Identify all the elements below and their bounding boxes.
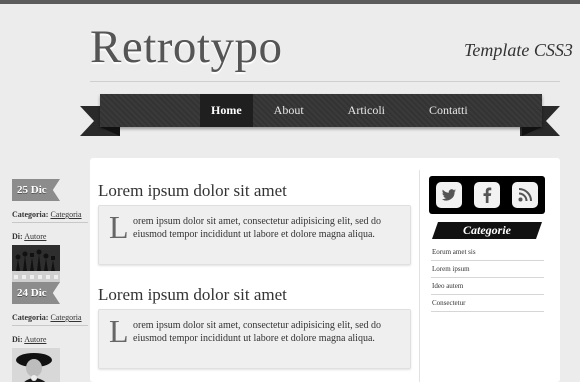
categories-list: Eorum amet sis Lorem ipsum Ideo autem Co… [431, 244, 544, 312]
post-excerpt: L orem ipsum dolor sit amet, consectetur… [98, 205, 411, 265]
rss-icon [518, 188, 532, 202]
category-link[interactable]: Categoria [50, 210, 81, 219]
post-body: orem ipsum dolor sit amet, consectetur a… [133, 320, 382, 344]
category-line: Categoria: Categoria [12, 209, 88, 220]
site-tagline: Template CSS3 [464, 40, 573, 60]
header-divider [90, 81, 560, 82]
author-label: Di: [12, 232, 23, 241]
drop-cap: L [109, 209, 129, 245]
thumbnail-chess-image [12, 245, 60, 283]
author-line: Di: Autore [12, 334, 88, 345]
categories-title: Categorie [463, 223, 511, 237]
ribbon-fold-right [522, 127, 542, 136]
rss-button[interactable] [512, 182, 538, 208]
twitter-icon [441, 189, 456, 201]
post-body: orem ipsum dolor sit amet, consectetur a… [133, 216, 382, 240]
meta-divider [12, 222, 88, 223]
nav-item-about[interactable]: About [263, 94, 315, 127]
author-link[interactable]: Autore [24, 232, 46, 241]
ribbon-fold-left [100, 127, 120, 136]
category-label: Categoria: [12, 313, 49, 322]
author-link[interactable]: Autore [24, 335, 46, 344]
facebook-button[interactable] [474, 182, 500, 208]
facebook-icon [483, 187, 492, 203]
post-meta: 24 Dic Categoria: Categoria Di: Autore [12, 282, 88, 382]
category-label: Categoria: [12, 210, 49, 219]
thumbnail-portrait-image [12, 348, 60, 382]
category-item[interactable]: Eorum amet sis [431, 244, 544, 261]
post-thumbnail[interactable] [12, 245, 60, 283]
nav-item-articoli[interactable]: Articoli [337, 94, 396, 127]
site-title[interactable]: Retrotypo [90, 20, 282, 74]
top-bar [0, 0, 580, 4]
post-thumbnail[interactable] [12, 348, 60, 382]
category-link[interactable]: Categoria [50, 313, 81, 322]
post-meta: 25 Dic Categoria: Categoria Di: Autore [12, 179, 88, 283]
category-item[interactable]: Ideo autem [431, 278, 544, 295]
date-badge: 24 Dic [12, 282, 60, 304]
post-title[interactable]: Lorem ipsum dolor sit amet [98, 181, 287, 201]
author-label: Di: [12, 335, 23, 344]
social-links [429, 176, 545, 214]
post-title[interactable]: Lorem ipsum dolor sit amet [98, 285, 287, 305]
date-badge: 25 Dic [12, 179, 60, 201]
drop-cap: L [109, 313, 129, 349]
post-excerpt: L orem ipsum dolor sit amet, consectetur… [98, 309, 411, 369]
category-line: Categoria: Categoria [12, 312, 88, 323]
sidebar-divider [419, 170, 420, 382]
nav-item-home[interactable]: Home [200, 94, 253, 127]
category-item[interactable]: Lorem ipsum [431, 261, 544, 278]
author-line: Di: Autore [12, 231, 88, 242]
category-item[interactable]: Consectetur [431, 295, 544, 312]
meta-divider [12, 325, 88, 326]
main-nav: Home About Articoli Contatti [200, 94, 479, 127]
nav-item-contatti[interactable]: Contatti [418, 94, 479, 127]
twitter-button[interactable] [436, 182, 462, 208]
